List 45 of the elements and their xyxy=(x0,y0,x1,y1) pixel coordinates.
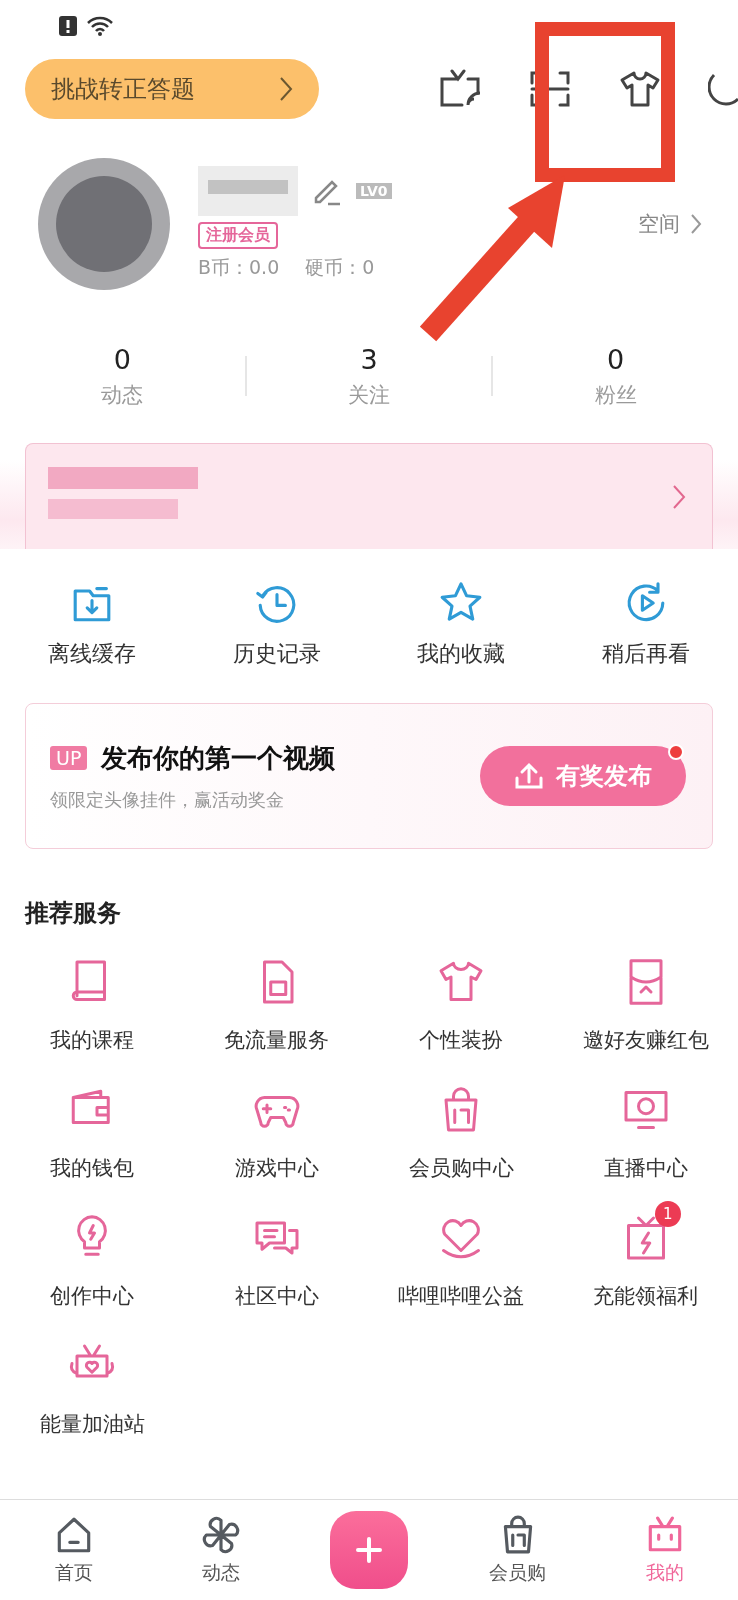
upload-subtitle: 领限定头像挂件，赢活动奖金 xyxy=(50,787,285,812)
service-label[interactable]: 社区中心 xyxy=(234,1282,319,1310)
service-label[interactable]: 创作中心 xyxy=(50,1282,135,1310)
service-label[interactable]: 游戏中心 xyxy=(234,1154,319,1182)
service-label[interactable]: 免流量服务 xyxy=(224,1026,330,1054)
stat-value[interactable]: 3 xyxy=(360,343,378,375)
service-label[interactable]: 我的课程 xyxy=(50,1026,135,1054)
quick-action-label[interactable]: 我的收藏 xyxy=(417,639,506,669)
quick-action-label[interactable]: 历史记录 xyxy=(232,639,321,669)
chevron-right-icon xyxy=(690,212,702,235)
quick-action-label[interactable]: 稍后再看 xyxy=(601,639,690,669)
service-label[interactable]: 充能领福利 xyxy=(593,1282,699,1310)
wifi-icon xyxy=(86,15,114,37)
service-label[interactable]: 哔哩哔哩公益 xyxy=(398,1282,525,1310)
avatar[interactable] xyxy=(36,155,172,292)
plus-icon xyxy=(355,1536,383,1564)
coin-balance: 硬币：0 xyxy=(305,255,375,280)
member-tag: 注册会员 xyxy=(198,222,278,249)
service-label[interactable]: 个性装扮 xyxy=(419,1026,504,1054)
upload-icon xyxy=(514,762,544,790)
alert-icon xyxy=(58,15,78,37)
tab[interactable]: 动态 xyxy=(147,1514,294,1586)
chevron-right-icon xyxy=(672,483,686,510)
add-button[interactable] xyxy=(330,1511,408,1589)
space-link[interactable]: 空间 xyxy=(638,209,702,238)
service-label[interactable]: 我的钱包 xyxy=(50,1154,135,1182)
stat-value[interactable]: 0 xyxy=(607,343,625,375)
upload-title: 发布你的第一个视频 xyxy=(101,741,336,775)
chevron-right-icon xyxy=(279,76,293,102)
stat-value[interactable]: 0 xyxy=(113,343,131,375)
level-badge: LV0 xyxy=(356,183,392,199)
t-shirt-icon[interactable] xyxy=(618,69,662,109)
vip-banner[interactable] xyxy=(25,443,713,549)
b-coin-balance: B币：0.0 xyxy=(198,255,280,280)
tab[interactable]: 会员购 xyxy=(444,1514,591,1586)
challenge-button[interactable]: 挑战转正答题 xyxy=(25,59,319,119)
quick-action-label[interactable]: 离线缓存 xyxy=(48,639,137,669)
service-label[interactable]: 会员购中心 xyxy=(408,1154,514,1182)
service-label[interactable]: 邀好友赚红包 xyxy=(582,1026,709,1054)
up-tag: UP xyxy=(50,746,88,770)
section-title: 推荐服务 xyxy=(23,898,122,929)
service-label[interactable]: 能量加油站 xyxy=(39,1410,145,1438)
tab[interactable]: 首页 xyxy=(0,1514,147,1586)
service-label[interactable]: 直播中心 xyxy=(603,1154,688,1182)
notification-badge: 1 xyxy=(654,1201,681,1227)
